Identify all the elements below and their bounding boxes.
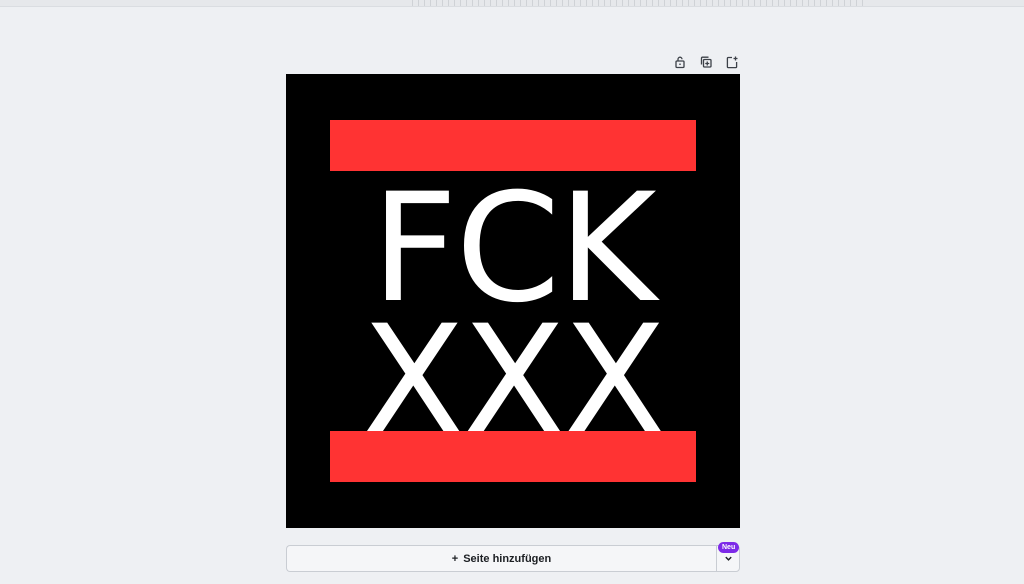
plus-icon: + [451, 552, 459, 565]
ruler [412, 0, 868, 6]
add-page-label: Seite hinzufügen [463, 552, 552, 565]
add-page-button[interactable]: + Seite hinzufügen [286, 545, 716, 572]
lock-icon [675, 56, 685, 69]
add-page-icon [726, 56, 738, 69]
lock-page-button[interactable] [670, 52, 690, 72]
red-bar-bottom[interactable] [330, 431, 696, 482]
add-page-top-button[interactable] [722, 52, 742, 72]
new-badge: Neu [718, 542, 740, 553]
design-canvas[interactable]: FCK XXX [286, 74, 740, 528]
top-strip [0, 0, 1024, 7]
page-toolbar [670, 52, 742, 72]
chevron-down-icon [724, 556, 732, 561]
duplicate-page-icon [700, 56, 712, 68]
add-page-control: + Seite hinzufügen Neu [286, 542, 740, 572]
duplicate-page-button[interactable] [696, 52, 716, 72]
